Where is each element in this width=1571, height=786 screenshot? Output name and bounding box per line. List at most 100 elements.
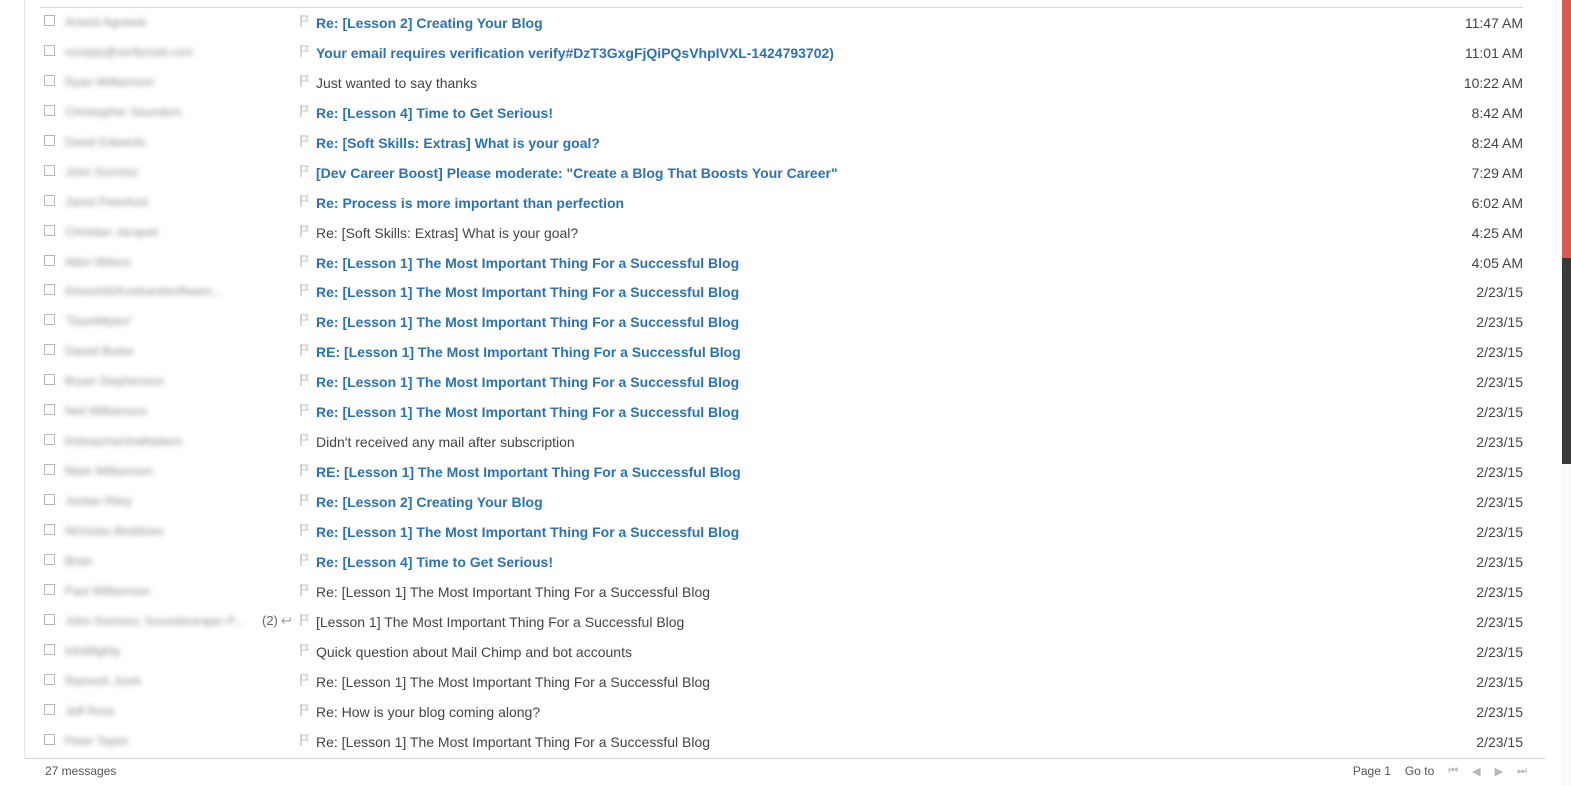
flag-icon[interactable] bbox=[300, 344, 309, 357]
flag-icon[interactable] bbox=[300, 104, 309, 117]
flag-icon[interactable] bbox=[300, 494, 309, 506]
flag-icon[interactable] bbox=[300, 374, 309, 387]
message-row[interactable]: Nicholas Beddows Re: [Lesson 1] The Most … bbox=[25, 517, 1545, 547]
message-subject[interactable]: Didn't received any mail after subscript… bbox=[316, 433, 575, 451]
select-checkbox[interactable] bbox=[44, 553, 55, 565]
flag-icon[interactable] bbox=[300, 434, 309, 447]
select-checkbox[interactable] bbox=[44, 583, 55, 595]
message-subject[interactable]: Re: [Lesson 1] The Most Important Thing … bbox=[316, 583, 710, 601]
message-subject[interactable]: Re: [Soft Skills: Extras] What is your g… bbox=[316, 224, 578, 242]
select-checkbox[interactable] bbox=[44, 673, 55, 685]
message-row[interactable]: Allen Wilson Re: [Lesson 1] The Most Impo… bbox=[25, 248, 1545, 278]
message-subject[interactable]: Re: [Lesson 4] Time to Get Serious! bbox=[316, 553, 553, 571]
message-subject[interactable]: Re: [Lesson 1] The Most Important Thing … bbox=[316, 403, 739, 421]
message-row[interactable]: Mark Williamson RE: [Lesson 1] The Most I… bbox=[25, 457, 1545, 487]
flag-icon[interactable] bbox=[300, 224, 309, 237]
flag-icon[interactable] bbox=[300, 464, 309, 477]
prev-page-icon[interactable]: ◀ bbox=[1472, 765, 1480, 778]
flag-icon[interactable] bbox=[300, 314, 309, 327]
flag-icon[interactable] bbox=[300, 134, 309, 147]
message-row[interactable]: John Sonmez; Soundararajan P... (2) ↩ [Less… bbox=[25, 607, 1545, 637]
message-row[interactable]: Neil Williamson Re: [Lesson 1] The Most I… bbox=[25, 397, 1545, 427]
message-subject[interactable]: Re: [Lesson 1] The Most Important Thing … bbox=[316, 673, 710, 691]
last-page-icon[interactable]: ⏭ bbox=[1517, 765, 1527, 778]
select-checkbox[interactable] bbox=[44, 523, 55, 535]
select-checkbox[interactable] bbox=[44, 254, 55, 266]
message-subject[interactable]: [Lesson 1] The Most Important Thing For … bbox=[316, 613, 684, 631]
message-row[interactable]: Jeff Ross Re: How is your blog coming alo… bbox=[25, 697, 1545, 727]
message-row[interactable]: Christopher Saunders Re: [Lesson 4] Time … bbox=[25, 98, 1545, 128]
message-row[interactable]: David Edwards Re: [Soft Skills: Extras] W… bbox=[25, 128, 1545, 158]
message-row[interactable]: Christian Jacquet Re: [Soft Skills: Extra… bbox=[25, 218, 1545, 248]
select-checkbox[interactable] bbox=[44, 733, 55, 745]
select-checkbox[interactable] bbox=[44, 464, 55, 476]
flag-icon[interactable] bbox=[300, 643, 309, 656]
select-checkbox[interactable] bbox=[44, 284, 55, 296]
message-row[interactable]: Jared Peterford Re: Process is more impor… bbox=[25, 188, 1545, 218]
select-checkbox[interactable] bbox=[44, 643, 55, 655]
select-checkbox[interactable] bbox=[44, 314, 55, 326]
message-row[interactable]: "DaveMyles" Re: [Lesson 1] The Most Impor… bbox=[25, 307, 1545, 337]
select-checkbox[interactable] bbox=[44, 134, 55, 146]
message-subject[interactable]: Re: How is your blog coming along? bbox=[316, 703, 540, 721]
message-row[interactable]: Bryan Stephenson Re: [Lesson 1] The Most … bbox=[25, 367, 1545, 397]
message-subject[interactable]: Re: [Lesson 1] The Most Important Thing … bbox=[316, 283, 739, 301]
message-subject[interactable]: Your email requires verification verify#… bbox=[316, 44, 834, 62]
flag-icon[interactable] bbox=[300, 404, 309, 417]
flag-icon[interactable] bbox=[300, 194, 309, 207]
select-checkbox[interactable] bbox=[44, 44, 55, 56]
next-page-icon[interactable]: ▶ bbox=[1495, 765, 1503, 778]
message-subject[interactable]: Re: Process is more important than perfe… bbox=[316, 194, 624, 212]
flag-icon[interactable] bbox=[300, 284, 309, 297]
message-subject[interactable]: Re: [Lesson 1] The Most Important Thing … bbox=[316, 523, 739, 541]
message-subject[interactable]: RE: [Lesson 1] The Most Important Thing … bbox=[316, 463, 741, 481]
select-checkbox[interactable] bbox=[44, 613, 55, 625]
message-row[interactable]: lindsaymarshallsplace Didn't received any… bbox=[25, 427, 1545, 457]
message-row[interactable]: Brian Re: [Lesson 4] Time to Get Serious!… bbox=[25, 547, 1545, 577]
first-page-icon[interactable]: ⏮ bbox=[1448, 765, 1458, 778]
select-checkbox[interactable] bbox=[44, 224, 55, 236]
select-checkbox[interactable] bbox=[44, 703, 55, 715]
message-subject[interactable]: Just wanted to say thanks bbox=[316, 74, 477, 92]
goto-link[interactable]: Go to bbox=[1405, 764, 1434, 778]
flag-icon[interactable] bbox=[300, 733, 309, 746]
message-row[interactable]: John Sonmez [Dev Career Boost] Please mod… bbox=[25, 158, 1545, 188]
select-checkbox[interactable] bbox=[44, 494, 55, 505]
message-subject[interactable]: Re: [Lesson 2] Creating Your Blog bbox=[316, 493, 543, 511]
flag-icon[interactable] bbox=[300, 703, 309, 716]
message-subject[interactable]: Re: [Lesson 1] The Most Important Thing … bbox=[316, 313, 739, 331]
message-row[interactable]: Peter Taylor Re: [Lesson 1] The Most Impo… bbox=[25, 727, 1545, 757]
select-checkbox[interactable] bbox=[44, 374, 55, 386]
message-row[interactable]: noreply@verifymail.com Your email require… bbox=[25, 38, 1545, 68]
select-checkbox[interactable] bbox=[44, 104, 55, 116]
flag-icon[interactable] bbox=[300, 15, 309, 27]
select-checkbox[interactable] bbox=[44, 164, 55, 176]
message-subject[interactable]: Re: [Lesson 4] Time to Get Serious! bbox=[316, 104, 553, 122]
message-subject[interactable]: Re: [Soft Skills: Extras] What is your g… bbox=[316, 134, 600, 152]
message-subject[interactable]: [Dev Career Boost] Please moderate: "Cre… bbox=[316, 164, 838, 182]
message-subject[interactable]: Re: [Lesson 1] The Most Important Thing … bbox=[316, 733, 710, 751]
message-row[interactable]: InfoMighty Quick question about Mail Chim… bbox=[25, 637, 1545, 667]
message-row[interactable]: Ramesh Joshi Re: [Lesson 1] The Most Impo… bbox=[25, 667, 1545, 697]
select-checkbox[interactable] bbox=[44, 434, 55, 446]
flag-icon[interactable] bbox=[300, 523, 309, 536]
flag-icon[interactable] bbox=[300, 254, 309, 267]
scrollbar-thumb[interactable] bbox=[1562, 258, 1571, 464]
select-checkbox[interactable] bbox=[44, 74, 55, 86]
message-row[interactable]: theworldofcodeandsoftware... Re: [Lesson … bbox=[25, 277, 1545, 307]
message-row[interactable]: Ryan Williamson Just wanted to say thanks… bbox=[25, 68, 1545, 98]
flag-icon[interactable] bbox=[300, 74, 309, 87]
select-checkbox[interactable] bbox=[44, 344, 55, 356]
select-checkbox[interactable] bbox=[44, 15, 55, 26]
flag-icon[interactable] bbox=[300, 44, 309, 57]
message-row[interactable]: Anand Agrawal Re: [Lesson 2] Creating You… bbox=[25, 8, 1545, 38]
message-subject[interactable]: Quick question about Mail Chimp and bot … bbox=[316, 643, 632, 661]
select-checkbox[interactable] bbox=[44, 194, 55, 206]
message-subject[interactable]: Re: [Lesson 1] The Most Important Thing … bbox=[316, 254, 739, 272]
message-subject[interactable]: Re: [Lesson 1] The Most Important Thing … bbox=[316, 373, 739, 391]
message-row[interactable]: Paul Williamson Re: [Lesson 1] The Most I… bbox=[25, 577, 1545, 607]
flag-icon[interactable] bbox=[300, 613, 309, 626]
message-subject[interactable]: RE: [Lesson 1] The Most Important Thing … bbox=[316, 343, 741, 361]
flag-icon[interactable] bbox=[300, 583, 309, 596]
select-checkbox[interactable] bbox=[44, 404, 55, 416]
